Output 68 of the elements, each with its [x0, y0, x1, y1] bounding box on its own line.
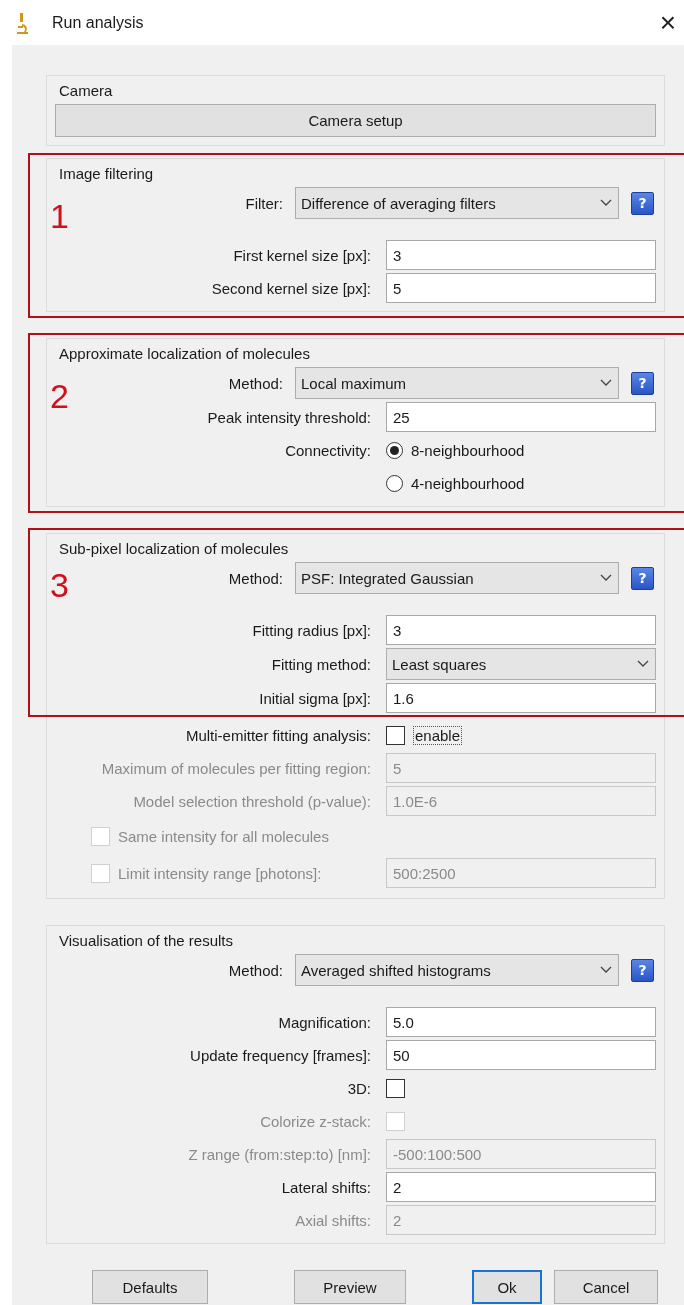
checkbox[interactable]: [386, 725, 405, 745]
field-label: Multi-emitter fitting analysis:: [184, 726, 371, 744]
group-title: Image filtering: [58, 164, 155, 184]
input-field[interactable]: 3: [386, 240, 656, 270]
field-label: Axial shifts:: [294, 1211, 371, 1229]
checkbox-label: enable: [413, 725, 463, 745]
field-label: Lateral shifts:: [280, 1178, 371, 1196]
help-button[interactable]: ?: [631, 371, 654, 395]
field-label: Colorize z-stack:: [259, 1112, 371, 1130]
input-field[interactable]: 3: [386, 615, 656, 645]
field-label: Filter:: [245, 194, 283, 212]
field-label: Maximum of molecules per fitting region:: [100, 759, 371, 777]
field-label: Method:: [228, 569, 283, 587]
chevron-down-icon: [600, 199, 612, 207]
input-field[interactable]: 5: [386, 273, 656, 303]
microscope-icon: [14, 11, 30, 34]
dropdown[interactable]: Local maximum: [295, 367, 619, 399]
annotation-number: 2: [50, 379, 69, 413]
field-label: Method:: [228, 961, 283, 979]
annotation-number: 3: [50, 568, 69, 602]
chevron-down-icon: [600, 966, 612, 974]
annotation-number: 1: [50, 199, 69, 233]
chevron-down-icon: [637, 660, 649, 668]
input-field[interactable]: 25: [386, 402, 656, 432]
dropdown[interactable]: PSF: Integrated Gaussian: [295, 562, 619, 594]
group-title: Visualisation of the results: [58, 931, 234, 951]
checkbox-label: Limit intensity range [photons]:: [118, 864, 322, 882]
field-label: Connectivity:: [284, 441, 371, 459]
checkbox-label: Same intensity for all molecules: [118, 827, 329, 845]
dropdown[interactable]: Averaged shifted histograms: [295, 954, 619, 986]
help-button[interactable]: ?: [631, 566, 654, 590]
group-title: Camera: [58, 81, 114, 101]
radio-button[interactable]: [386, 474, 403, 492]
dropdown[interactable]: Least squares: [386, 648, 656, 680]
field-label: Model selection threshold (p-value):: [132, 792, 371, 810]
radio-label: 8-neighbourhood: [411, 441, 525, 459]
field-label: Initial sigma [px]:: [258, 689, 371, 707]
checkbox[interactable]: [386, 1078, 405, 1098]
dialog-button[interactable]: Defaults: [92, 1270, 208, 1304]
group-title: Approximate localization of molecules: [58, 344, 311, 364]
field-label: Magnification:: [277, 1013, 371, 1031]
radio-label: 4-neighbourhood: [411, 474, 525, 492]
field-label: Second kernel size [px]:: [210, 279, 371, 297]
input-field[interactable]: 50: [386, 1040, 656, 1070]
chevron-down-icon: [600, 574, 612, 582]
dropdown[interactable]: Difference of averaging filters: [295, 187, 619, 219]
field-label: Fitting method:: [270, 655, 371, 673]
input-field[interactable]: 5.0: [386, 1007, 656, 1037]
help-button[interactable]: ?: [631, 958, 654, 982]
dialog-button[interactable]: Ok: [472, 1270, 542, 1304]
input-field[interactable]: 2: [386, 1172, 656, 1202]
field-label: Peak intensity threshold:: [206, 408, 371, 426]
field-label: Update frequency [frames]:: [189, 1046, 371, 1064]
help-button[interactable]: ?: [631, 191, 654, 215]
dialog-button[interactable]: Preview: [294, 1270, 406, 1304]
window-title: Run analysis: [52, 13, 145, 32]
chevron-down-icon: [600, 379, 612, 387]
field-label: Method:: [228, 374, 283, 392]
group-title: Sub-pixel localization of molecules: [58, 539, 290, 559]
field-label: Fitting radius [px]:: [251, 621, 371, 639]
field-label: Z range (from:step:to) [nm]:: [187, 1145, 371, 1163]
input-field[interactable]: 1.6: [386, 683, 656, 713]
field-label: 3D:: [346, 1079, 371, 1097]
dialog-button[interactable]: Cancel: [554, 1270, 658, 1304]
close-icon[interactable]: ×: [659, 8, 676, 37]
camera-setup-button[interactable]: Camera setup: [55, 104, 656, 137]
radio-button[interactable]: [386, 441, 403, 459]
field-label: First kernel size [px]:: [232, 246, 371, 264]
